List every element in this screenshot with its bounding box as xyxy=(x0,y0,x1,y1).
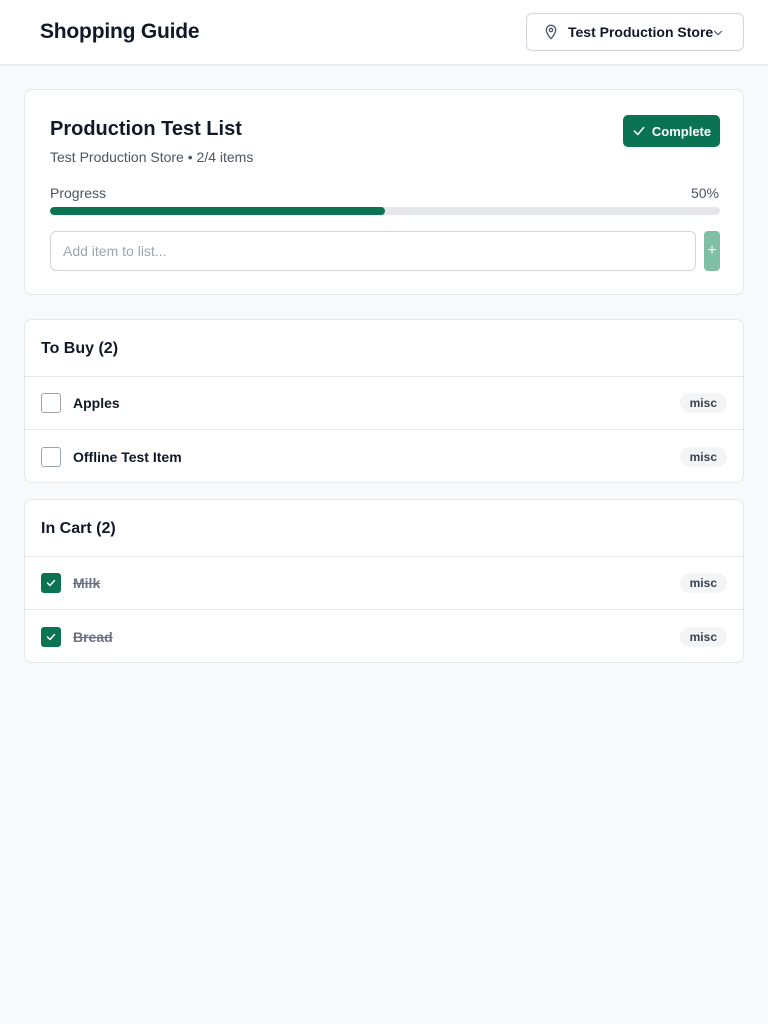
item-name: Bread xyxy=(73,628,113,645)
store-selector[interactable]: Test Production Store xyxy=(526,13,744,51)
progress-bar-fill xyxy=(50,207,385,215)
item-name: Apples xyxy=(73,395,120,411)
complete-button[interactable]: Complete xyxy=(623,115,720,147)
item-name: Milk xyxy=(73,575,101,591)
check-icon xyxy=(633,126,645,136)
check-icon xyxy=(46,633,56,640)
list-subtitle: Test Production Store • 2/4 items xyxy=(50,149,254,165)
list-summary-card: Production Test List Test Production Sto… xyxy=(24,89,744,295)
add-item-input[interactable] xyxy=(50,231,696,271)
progress-value: 50% xyxy=(690,185,719,201)
section-title: To Buy (2) xyxy=(41,340,119,357)
item-name: Offline Test Item xyxy=(73,448,182,465)
progress-label: Progress xyxy=(50,185,107,201)
plus-icon: + xyxy=(707,242,717,259)
item-checkbox[interactable] xyxy=(41,393,61,413)
section-title: In Cart (2) xyxy=(41,520,116,537)
list-item: Milk misc xyxy=(25,557,743,610)
in-cart-section: In Cart (2) Milk misc Bread misc xyxy=(24,499,744,663)
category-tag: misc xyxy=(679,446,727,467)
app-header: Shopping Guide Test Production Store xyxy=(0,0,768,65)
store-selector-label: Test Production Store xyxy=(568,24,714,40)
progress-bar xyxy=(50,207,720,215)
app-title: Shopping Guide xyxy=(40,20,200,43)
list-item: Bread misc xyxy=(25,610,743,663)
category-tag: misc xyxy=(679,573,727,593)
to-buy-section: To Buy (2) Apples misc Offline Test Item… xyxy=(24,319,744,483)
check-icon xyxy=(46,579,56,587)
category-tag: misc xyxy=(679,626,727,647)
list-title: Production Test List xyxy=(50,118,242,140)
item-checkbox[interactable] xyxy=(41,626,61,647)
category-tag: misc xyxy=(679,393,727,413)
complete-button-label: Complete xyxy=(651,123,712,139)
list-item: Apples misc xyxy=(25,377,743,430)
chevron-down-icon xyxy=(713,30,723,36)
item-checkbox[interactable] xyxy=(41,446,61,467)
list-item: Offline Test Item misc xyxy=(25,430,743,483)
item-checkbox[interactable] xyxy=(41,573,61,593)
add-item-button[interactable]: + xyxy=(704,231,720,271)
map-pin-icon xyxy=(545,24,557,40)
